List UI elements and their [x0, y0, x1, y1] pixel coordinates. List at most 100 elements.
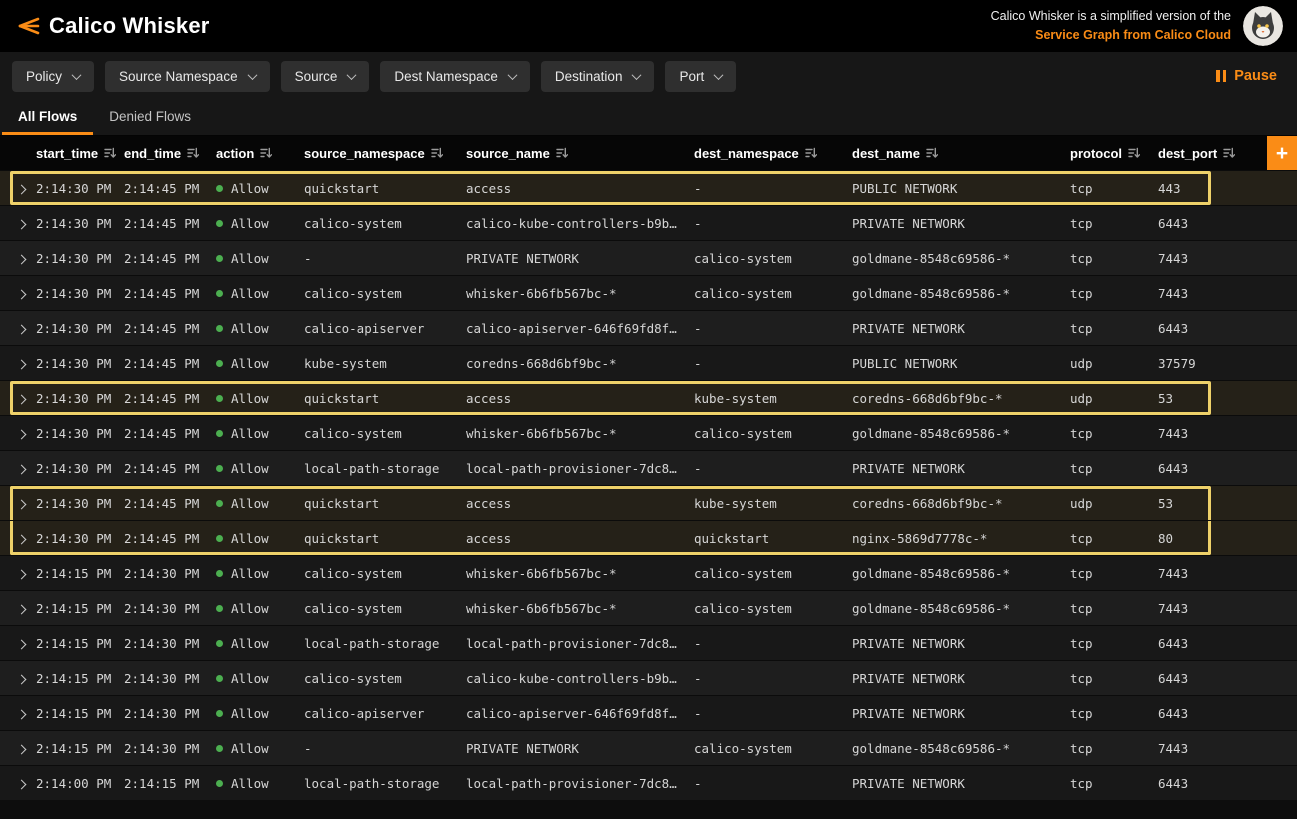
expand-chevron-icon[interactable] — [17, 254, 27, 264]
expand-chevron-icon[interactable] — [17, 569, 27, 579]
col-source-namespace[interactable]: source_namespace — [304, 146, 466, 161]
expand-chevron-icon[interactable] — [17, 744, 27, 754]
cell-source-name: calico-apiserver-646f69fd8f… — [466, 321, 694, 336]
expand-chevron-icon[interactable] — [17, 289, 27, 299]
filter-port-button[interactable]: Port — [665, 61, 736, 92]
col-protocol[interactable]: protocol — [1070, 146, 1158, 161]
cell-source-namespace: calico-system — [304, 671, 466, 686]
tab-all-flows[interactable]: All Flows — [2, 100, 93, 135]
cell-dest-namespace: - — [694, 216, 852, 231]
table-row[interactable]: 2:14:15 PM 2:14:30 PM Allow calico-apise… — [0, 695, 1297, 730]
pause-button[interactable]: Pause — [1216, 68, 1285, 84]
table-row[interactable]: 2:14:00 PM 2:14:15 PM Allow local-path-s… — [0, 765, 1297, 800]
filter-source-button[interactable]: Source — [281, 61, 370, 92]
cell-source-namespace: quickstart — [304, 531, 466, 546]
expand-chevron-icon[interactable] — [17, 534, 27, 544]
cell-source-name: local-path-provisioner-7dc8… — [466, 776, 694, 791]
expand-chevron-icon[interactable] — [17, 499, 27, 509]
col-end-time[interactable]: end_time — [124, 146, 216, 161]
col-action[interactable]: action — [216, 146, 304, 161]
column-label: start_time — [36, 146, 98, 161]
cell-dest-name: PRIVATE NETWORK — [852, 216, 1070, 231]
col-start-time[interactable]: start_time — [36, 146, 124, 161]
table-row[interactable]: 2:14:30 PM 2:14:45 PM Allow quickstart a… — [0, 520, 1297, 555]
table-row[interactable]: 2:14:15 PM 2:14:30 PM Allow calico-syste… — [0, 590, 1297, 625]
col-source-name[interactable]: source_name — [466, 146, 694, 161]
table-row[interactable]: 2:14:30 PM 2:14:45 PM Allow quickstart a… — [0, 380, 1297, 415]
cell-dest-name: PRIVATE NETWORK — [852, 636, 1070, 651]
cell-dest-namespace: calico-system — [694, 426, 852, 441]
cell-dest-name: goldmane-8548c69586-* — [852, 566, 1070, 581]
cell-start-time: 2:14:15 PM — [36, 601, 124, 616]
table-row[interactable]: 2:14:30 PM 2:14:45 PM Allow calico-syste… — [0, 275, 1297, 310]
allow-status-dot — [216, 360, 223, 367]
expand-chevron-icon[interactable] — [17, 219, 27, 229]
cell-end-time: 2:14:30 PM — [124, 566, 216, 581]
filter-policy-button[interactable]: Policy — [12, 61, 94, 92]
column-label: dest_name — [852, 146, 920, 161]
column-label: dest_namespace — [694, 146, 799, 161]
cell-protocol: tcp — [1070, 181, 1158, 196]
table-row[interactable]: 2:14:30 PM 2:14:45 PM Allow quickstart a… — [0, 485, 1297, 520]
allow-status-dot — [216, 255, 223, 262]
column-label: source_namespace — [304, 146, 425, 161]
cell-protocol: tcp — [1070, 566, 1158, 581]
app-header: Calico Whisker Calico Whisker is a simpl… — [0, 0, 1297, 52]
cell-dest-name: PRIVATE NETWORK — [852, 321, 1070, 336]
add-column-button[interactable]: + — [1267, 136, 1297, 170]
cell-action-wrap: Allow — [216, 216, 304, 231]
cell-dest-namespace: calico-system — [694, 286, 852, 301]
service-graph-link[interactable]: Service Graph from Calico Cloud — [991, 26, 1231, 45]
expand-chevron-icon[interactable] — [17, 709, 27, 719]
expand-chevron-icon[interactable] — [17, 394, 27, 404]
table-row[interactable]: 2:14:15 PM 2:14:30 PM Allow local-path-s… — [0, 625, 1297, 660]
table-row[interactable]: 2:14:30 PM 2:14:45 PM Allow - PRIVATE NE… — [0, 240, 1297, 275]
tagline: Calico Whisker is a simplified version o… — [991, 7, 1231, 46]
table-row[interactable]: 2:14:30 PM 2:14:45 PM Allow calico-syste… — [0, 415, 1297, 450]
cell-action: Allow — [231, 216, 269, 231]
sort-icon — [431, 147, 443, 159]
table-row[interactable]: 2:14:30 PM 2:14:45 PM Allow calico-apise… — [0, 310, 1297, 345]
cell-dest-name: PUBLIC NETWORK — [852, 356, 1070, 371]
table-row[interactable]: 2:14:15 PM 2:14:30 PM Allow calico-syste… — [0, 555, 1297, 590]
expand-chevron-icon[interactable] — [17, 464, 27, 474]
filter-dest-namespace-button[interactable]: Dest Namespace — [380, 61, 530, 92]
expand-chevron-icon[interactable] — [17, 604, 27, 614]
filter-port-label: Port — [679, 69, 704, 84]
table-row[interactable]: 2:14:30 PM 2:14:45 PM Allow calico-syste… — [0, 205, 1297, 240]
cell-start-time: 2:14:30 PM — [36, 181, 124, 196]
cell-source-name: whisker-6b6fb567bc-* — [466, 566, 694, 581]
cell-source-namespace: - — [304, 741, 466, 756]
expand-chevron-icon[interactable] — [17, 184, 27, 194]
cell-end-time: 2:14:45 PM — [124, 391, 216, 406]
table-row[interactable]: 2:14:15 PM 2:14:30 PM Allow - PRIVATE NE… — [0, 730, 1297, 765]
filter-destination-button[interactable]: Destination — [541, 61, 655, 92]
pause-icon — [1216, 70, 1226, 82]
cell-source-name: local-path-provisioner-7dc8… — [466, 461, 694, 476]
cell-dest-name: goldmane-8548c69586-* — [852, 286, 1070, 301]
col-dest-name[interactable]: dest_name — [852, 146, 1070, 161]
sort-icon — [187, 147, 199, 159]
expand-chevron-icon[interactable] — [17, 639, 27, 649]
expand-chevron-icon[interactable] — [17, 779, 27, 789]
sort-icon — [260, 147, 272, 159]
table-row[interactable]: 2:14:30 PM 2:14:45 PM Allow local-path-s… — [0, 450, 1297, 485]
expand-chevron-icon[interactable] — [17, 359, 27, 369]
expand-chevron-icon[interactable] — [17, 324, 27, 334]
chevron-down-icon — [247, 70, 257, 80]
cell-end-time: 2:14:45 PM — [124, 531, 216, 546]
table-row[interactable]: 2:14:30 PM 2:14:45 PM Allow kube-system … — [0, 345, 1297, 380]
flow-table-body: 2:14:30 PM 2:14:45 PM Allow quickstart a… — [0, 170, 1297, 819]
filter-source-namespace-button[interactable]: Source Namespace — [105, 61, 270, 92]
table-row[interactable]: 2:14:15 PM 2:14:30 PM Allow calico-syste… — [0, 660, 1297, 695]
expand-chevron-icon[interactable] — [17, 674, 27, 684]
cell-source-namespace: calico-apiserver — [304, 321, 466, 336]
table-row[interactable]: 2:14:30 PM 2:14:45 PM Allow quickstart a… — [0, 170, 1297, 205]
col-dest-namespace[interactable]: dest_namespace — [694, 146, 852, 161]
cell-source-namespace: calico-system — [304, 426, 466, 441]
expand-chevron-icon[interactable] — [17, 429, 27, 439]
cell-dest-name: PRIVATE NETWORK — [852, 776, 1070, 791]
cell-start-time: 2:14:30 PM — [36, 321, 124, 336]
tab-bar: All Flows Denied Flows — [0, 100, 1297, 136]
tab-denied-flows[interactable]: Denied Flows — [93, 100, 207, 135]
